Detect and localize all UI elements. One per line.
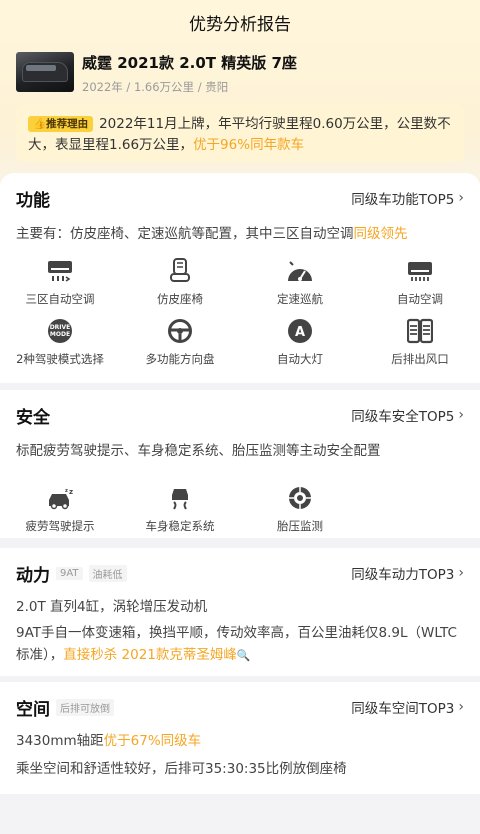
ac-icon xyxy=(406,257,434,285)
fatigue-icon: zz xyxy=(46,484,74,512)
feature-item[interactable]: zz 疲劳驾驶提示 xyxy=(0,484,120,544)
feature-item[interactable]: 三区自动空调 xyxy=(0,257,120,317)
power-tag: 9AT xyxy=(56,566,83,580)
rear-vent-icon xyxy=(406,317,434,345)
chevron-right-icon: › xyxy=(458,190,464,206)
search-icon: 🔍 xyxy=(236,649,251,662)
steering-wheel-icon xyxy=(166,317,194,345)
power-title: 动力 9AT 油耗低 xyxy=(16,561,127,586)
stability-icon xyxy=(166,484,194,512)
space-title: 空间 后排可放倒 xyxy=(16,695,114,720)
feature-item[interactable]: 后排出风口 xyxy=(360,317,480,377)
safety-feature-grid: zz 疲劳驾驶提示 车身稳定系统 胎压监测 xyxy=(0,462,480,544)
car-thumbnail xyxy=(16,52,74,92)
cruise-icon xyxy=(286,257,314,285)
svg-text:DRIVE: DRIVE xyxy=(50,324,71,331)
feature-item[interactable]: A 自动大灯 xyxy=(240,317,360,377)
safety-title: 安全 xyxy=(16,407,50,428)
function-feature-grid: 三区自动空调 仿皮座椅 定速巡航 自动空调 DRIVE MODE 2种驾驶模式选择 xyxy=(0,245,480,377)
power-line1: 2.0T 直列4缸，涡轮增压发动机 xyxy=(16,599,208,615)
svg-text:z: z xyxy=(65,488,68,494)
feature-item[interactable]: DRIVE MODE 2种驾驶模式选择 xyxy=(0,317,120,377)
power-line2: 9AT手自一体变速箱，换挡平顺，传动效率高，百公里油耗仅8.9L（WLTC标准）… xyxy=(16,625,457,663)
feature-item[interactable]: 定速巡航 xyxy=(240,257,360,317)
space-tag: 后排可放倒 xyxy=(56,698,114,716)
function-top-link[interactable]: 同级车功能TOP5 › xyxy=(351,188,464,208)
function-desc: 主要有：仿皮座椅、定速巡航等配置，其中三区自动空调同级领先 xyxy=(16,226,408,242)
svg-text:A: A xyxy=(295,325,305,340)
car-summary[interactable]: 威霆 2021款 2.0T 精英版 7座 2022年 / 1.66万公里 / 贵… xyxy=(16,52,297,95)
thumbs-up-icon: 👍 xyxy=(33,118,47,130)
power-tag: 油耗低 xyxy=(88,564,127,582)
function-card: 功能 同级车功能TOP5 › 主要有：仿皮座椅、定速巡航等配置，其中三区自动空调同… xyxy=(0,173,480,383)
feature-item[interactable]: 仿皮座椅 xyxy=(120,257,240,317)
space-line2: 乘坐空间和舒适性较好，后排可35:30:35比例放倒座椅 xyxy=(16,761,347,777)
auto-headlight-icon: A xyxy=(286,317,314,345)
chevron-right-icon: › xyxy=(458,407,464,423)
space-top-link[interactable]: 同级车空间TOP3 › xyxy=(351,697,464,717)
recommend-reason-tag: 👍推荐理由 xyxy=(28,116,94,132)
function-title: 功能 xyxy=(16,190,50,211)
recommend-reason-box: 👍推荐理由 2022年11月上牌，年平均行驶里程0.60万公里，公里数不大，表显里… xyxy=(16,104,464,162)
feature-item[interactable]: 车身稳定系统 xyxy=(120,484,240,544)
svg-text:z: z xyxy=(69,488,73,496)
safety-card: 安全 同级车安全TOP5 › 标配疲劳驾驶提示、车身稳定系统、胎压监测等主动安全配… xyxy=(0,390,480,538)
chevron-right-icon: › xyxy=(458,565,464,581)
page-title: 优势分析报告 xyxy=(189,14,291,35)
feature-item[interactable]: 自动空调 xyxy=(360,257,480,317)
recommend-reason-highlight: 优于96%同年款车 xyxy=(193,137,305,153)
power-top-link[interactable]: 同级车动力TOP3 › xyxy=(351,563,464,583)
power-card: 动力 9AT 油耗低 同级车动力TOP3 › 2.0T 直列4缸，涡轮增压发动机 … xyxy=(0,548,480,676)
car-name: 威霆 2021款 2.0T 精英版 7座 xyxy=(82,54,297,72)
chevron-right-icon: › xyxy=(458,699,464,715)
ac-three-zone-icon xyxy=(46,257,74,285)
power-compare-link[interactable]: 直接秒杀 2021款克蒂圣姆峰 xyxy=(63,647,237,663)
svg-text:MODE: MODE xyxy=(50,331,70,338)
feature-item[interactable]: 胎压监测 xyxy=(240,484,360,544)
space-card: 空间 后排可放倒 同级车空间TOP3 › 3430mm轴距优于67%同级车 乘坐空… xyxy=(0,682,480,794)
drive-mode-icon: DRIVE MODE xyxy=(46,317,74,345)
seat-icon xyxy=(166,257,194,285)
tire-pressure-icon xyxy=(286,484,314,512)
car-meta: 2022年 / 1.66万公里 / 贵阳 xyxy=(82,80,229,94)
feature-item[interactable]: 多功能方向盘 xyxy=(120,317,240,377)
space-line1: 3430mm轴距优于67%同级车 xyxy=(16,733,202,749)
safety-desc: 标配疲劳驾驶提示、车身稳定系统、胎压监测等主动安全配置 xyxy=(16,443,381,459)
safety-top-link[interactable]: 同级车安全TOP5 › xyxy=(351,405,464,425)
